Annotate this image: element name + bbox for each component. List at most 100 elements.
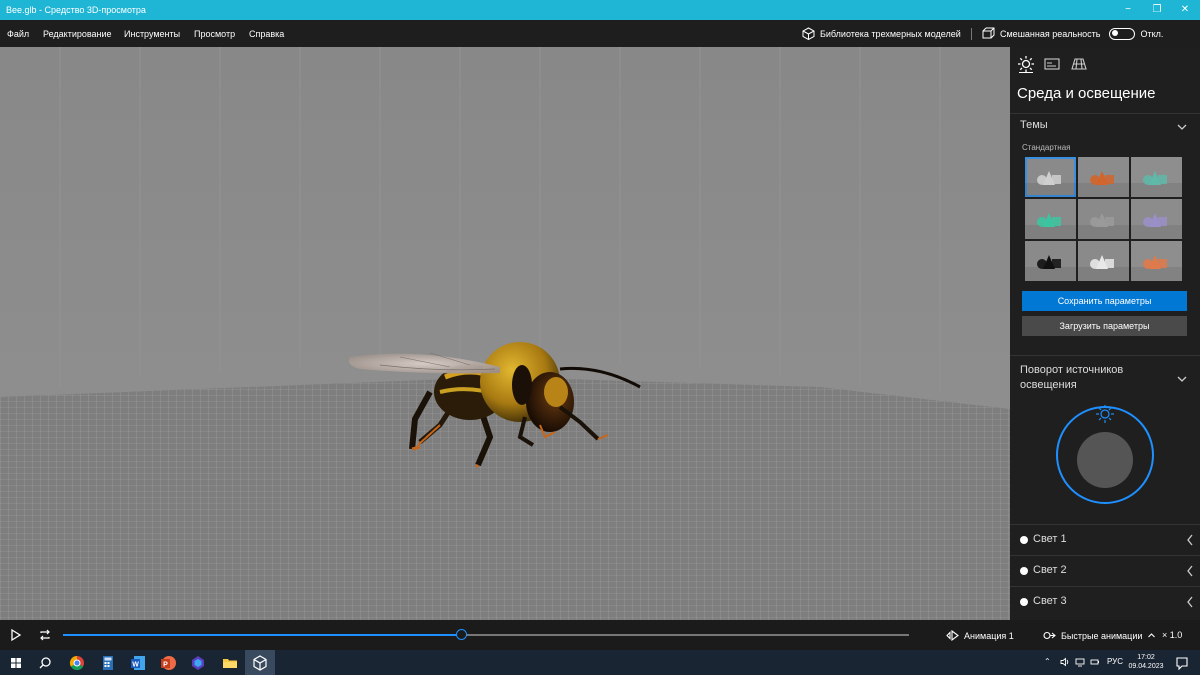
light-2-label: Свет 2 xyxy=(1033,564,1067,576)
svg-text:P: P xyxy=(163,662,168,669)
notifications-icon[interactable] xyxy=(1172,653,1192,673)
chevron-up-icon[interactable] xyxy=(1147,631,1156,640)
3d-viewer-icon[interactable] xyxy=(250,653,270,673)
restore-button[interactable]: ❐ xyxy=(1142,0,1172,20)
menu-bar: Файл Редактирование Инструменты Просмотр… xyxy=(0,20,1200,47)
chevron-left-icon[interactable] xyxy=(1185,595,1195,609)
clock[interactable]: 17:02 09.04.2023 xyxy=(1127,653,1165,671)
quick-animations-button[interactable]: Быстрые анимации xyxy=(1043,630,1156,641)
toggle-state-label: Откл. xyxy=(1140,28,1164,39)
theme-preview-icon xyxy=(1025,255,1076,281)
theme-preview-icon xyxy=(1025,171,1076,197)
clock-time: 17:02 xyxy=(1137,654,1155,661)
theme-lavender[interactable] xyxy=(1131,199,1182,239)
theme-white[interactable] xyxy=(1078,241,1129,281)
light-3-label: Свет 3 xyxy=(1033,595,1067,607)
chevron-down-icon[interactable] xyxy=(1176,121,1188,133)
mixed-reality-label: Смешанная реальность xyxy=(1000,28,1101,39)
chevron-left-icon[interactable] xyxy=(1185,533,1195,547)
theme-grid xyxy=(1025,157,1183,281)
save-settings-button[interactable]: Сохранить параметры xyxy=(1022,291,1187,311)
light-color-dot xyxy=(1020,536,1028,544)
theme-preview-icon xyxy=(1025,213,1076,239)
battery-icon[interactable] xyxy=(1090,657,1100,667)
svg-text:W: W xyxy=(132,662,139,669)
minimize-button[interactable]: − xyxy=(1113,0,1143,20)
animation-timeline[interactable] xyxy=(63,629,909,640)
language-indicator[interactable]: РУС xyxy=(1107,657,1123,666)
3d-viewport[interactable] xyxy=(0,47,1010,620)
theme-gray[interactable] xyxy=(1078,199,1129,239)
clock-date: 09.04.2023 xyxy=(1128,663,1164,670)
animation-selector[interactable]: Анимация 1 xyxy=(946,630,1014,641)
standard-theme-label: Стандартная xyxy=(1022,143,1071,152)
menu-view[interactable]: Просмотр xyxy=(194,29,235,39)
animation-name: Анимация 1 xyxy=(964,630,1014,641)
volume-icon[interactable] xyxy=(1060,657,1070,667)
3d-library-label: Библиотека трехмерных моделей xyxy=(820,28,961,39)
mixed-reality-toggle[interactable] xyxy=(1109,27,1136,40)
light-color-dot xyxy=(1020,567,1028,575)
section-divider xyxy=(1010,113,1200,114)
panel-title: Среда и освещение xyxy=(1017,85,1156,102)
speed-value: × 1.0 xyxy=(1162,630,1183,640)
theme-preview-icon xyxy=(1131,255,1182,281)
light-color-dot xyxy=(1020,598,1028,606)
sun-icon[interactable] xyxy=(1017,55,1035,73)
cube-icon xyxy=(802,27,815,40)
chevron-left-icon[interactable] xyxy=(1185,564,1195,578)
speed-selector[interactable]: × 1.0 xyxy=(1162,630,1182,640)
chrome-icon[interactable] xyxy=(67,653,87,673)
mixed-reality-icon xyxy=(982,27,995,39)
explorer-icon[interactable] xyxy=(220,653,240,673)
close-button[interactable]: ✕ xyxy=(1170,0,1200,20)
menu-edit[interactable]: Редактирование xyxy=(43,29,112,39)
theme-preview-icon xyxy=(1131,213,1182,239)
windows-start-icon[interactable] xyxy=(6,653,26,673)
theme-dark[interactable] xyxy=(1025,241,1076,281)
title-bar: Bee.glb - Средство 3D-просмотра − ❐ ✕ xyxy=(0,0,1200,20)
themes-section-title[interactable]: Темы xyxy=(1020,118,1048,133)
light-rotation-section-title[interactable]: Поворот источников освещения xyxy=(1020,363,1170,393)
theme-green[interactable] xyxy=(1025,199,1076,239)
light-3-row[interactable]: Свет 3 xyxy=(1020,593,1195,613)
light-rotation-dial[interactable] xyxy=(1052,402,1158,508)
word-icon[interactable]: W xyxy=(128,653,148,673)
mixed-reality-button[interactable]: Смешанная реальность Откл. xyxy=(982,27,1163,40)
animation-icon xyxy=(946,630,959,641)
light-2-row[interactable]: Свет 2 xyxy=(1020,562,1195,582)
powerpoint-icon[interactable]: P xyxy=(158,653,178,673)
window-title: Bee.glb - Средство 3D-просмотра xyxy=(6,5,146,15)
light-1-row[interactable]: Свет 1 xyxy=(1020,531,1195,551)
menu-tools[interactable]: Инструменты xyxy=(124,29,180,39)
calculator-icon[interactable] xyxy=(98,653,118,673)
network-icon[interactable] xyxy=(1075,657,1085,667)
light-1-label: Свет 1 xyxy=(1033,533,1067,545)
menu-file[interactable]: Файл xyxy=(7,29,29,39)
menu-divider xyxy=(971,28,972,40)
theme-standard[interactable] xyxy=(1025,157,1076,197)
theme-orange[interactable] xyxy=(1078,157,1129,197)
chevron-up-tray-icon[interactable]: ⌃ xyxy=(1044,657,1051,666)
play-icon[interactable] xyxy=(9,628,23,642)
theme-multicolor[interactable] xyxy=(1131,241,1182,281)
timeline-thumb[interactable] xyxy=(455,629,467,640)
section-divider xyxy=(1010,355,1200,356)
theme-teal[interactable] xyxy=(1131,157,1182,197)
load-settings-button[interactable]: Загрузить параметры xyxy=(1022,316,1187,336)
quick-animations-icon xyxy=(1043,632,1056,639)
stats-icon[interactable] xyxy=(1043,55,1061,73)
quick-animations-label: Быстрые анимации xyxy=(1061,630,1143,641)
azure-icon[interactable] xyxy=(188,653,208,673)
environment-panel: Среда и освещение Темы Стандартная Сохра… xyxy=(1010,47,1200,620)
search-icon[interactable] xyxy=(35,653,55,673)
menu-help[interactable]: Справка xyxy=(249,29,284,39)
theme-preview-icon xyxy=(1078,255,1129,281)
loop-icon[interactable] xyxy=(38,628,52,642)
3d-library-button[interactable]: Библиотека трехмерных моделей xyxy=(802,27,961,40)
grid-icon[interactable] xyxy=(1070,55,1088,73)
section-divider xyxy=(1010,524,1200,525)
chevron-down-icon[interactable] xyxy=(1176,373,1188,385)
theme-preview-icon xyxy=(1131,171,1182,197)
section-divider xyxy=(1010,586,1200,587)
